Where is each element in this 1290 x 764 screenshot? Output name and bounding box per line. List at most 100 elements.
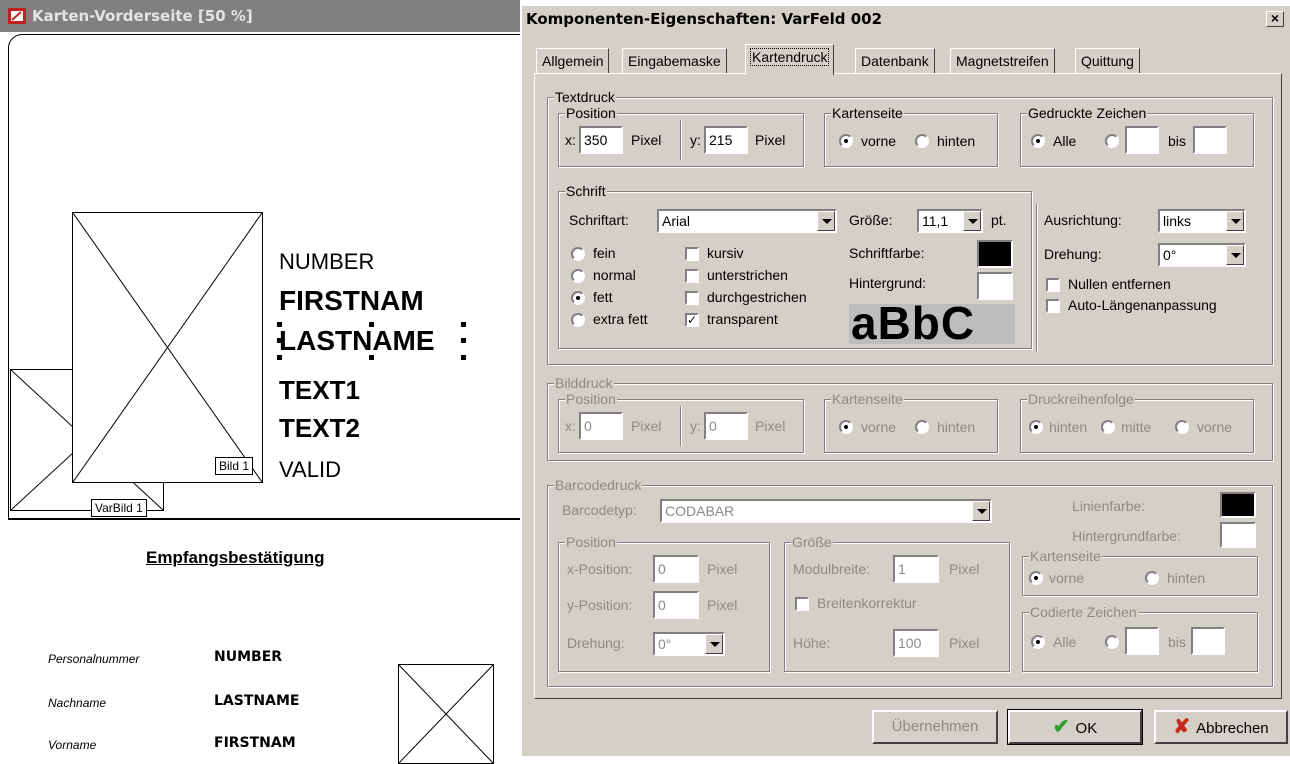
rotation-select[interactable]: 0° [1158, 243, 1246, 267]
xpos-unit: Pixel [707, 561, 738, 577]
close-icon[interactable]: × [1266, 11, 1284, 27]
radio-label: vorne [861, 133, 897, 149]
printed-chars-all-radio[interactable] [1031, 134, 1045, 148]
y-unit: Pixel [755, 132, 786, 148]
card-field-number[interactable]: NUMBER [279, 249, 374, 275]
card-field-lastname[interactable]: LASTNAME [279, 325, 435, 357]
kartendruck-panel: Textdruck Position x: 350 Pixel y: 215 P… [534, 73, 1282, 699]
tab-kartendruck[interactable]: Kartendruck [745, 44, 835, 75]
font-size-select[interactable]: 11,1 [917, 209, 983, 233]
encoded-range-radio[interactable] [1105, 635, 1119, 649]
selection-handle[interactable] [277, 322, 282, 327]
image-side-back-radio[interactable] [915, 420, 929, 434]
selection-handle[interactable] [277, 355, 282, 360]
card-canvas[interactable]: Bild 1 VarBild 1 NUMBER FIRSTNAM LASTNAM… [8, 34, 520, 520]
unterstrichen-checkbox[interactable] [685, 269, 699, 283]
y-unit: Pixel [755, 418, 786, 434]
barcode-side-front-radio[interactable] [1029, 571, 1043, 585]
chevron-down-icon[interactable] [817, 211, 835, 231]
apply-button[interactable]: Übernehmen [872, 710, 998, 744]
chevron-down-icon[interactable] [972, 501, 990, 521]
auto-length-checkbox[interactable] [1046, 299, 1060, 313]
height-input[interactable]: 100 [893, 629, 939, 657]
text-side-back-radio[interactable] [915, 134, 929, 148]
image-side-front-radio[interactable] [839, 420, 853, 434]
tab-magnetstreifen[interactable]: Magnetstreifen [950, 48, 1055, 74]
text-x-input[interactable]: 350 [579, 126, 623, 154]
weight-normal-radio[interactable] [571, 269, 585, 283]
printed-chars-range-radio[interactable] [1105, 134, 1119, 148]
tab-eingabemaske[interactable]: Eingabemaske [622, 48, 727, 74]
encoded-chars-title: Codierte Zeichen [1029, 604, 1138, 620]
image-kartenseite-group: Kartenseite vorne hinten [824, 391, 998, 453]
dialog-title: Komponenten-Eigenschaften: VarFeld 002 [526, 10, 883, 28]
barcode-y-input[interactable]: 0 [653, 591, 699, 619]
barcode-type-select[interactable]: CODABAR [660, 499, 992, 523]
encoded-from-input[interactable] [1125, 627, 1159, 655]
image-x-input[interactable]: 0 [579, 412, 623, 440]
bild-placeholder[interactable] [72, 212, 263, 483]
radio-label: vorne [1197, 419, 1233, 435]
printed-chars-from-input[interactable] [1125, 126, 1159, 154]
receipt-value-firstname[interactable]: FIRSTNAM [214, 735, 296, 751]
tab-datenbank[interactable]: Datenbank [855, 48, 935, 74]
barcode-side-back-radio[interactable] [1145, 571, 1159, 585]
tab-quittung[interactable]: Quittung [1075, 48, 1140, 74]
receipt-value-number[interactable]: NUMBER [214, 649, 282, 665]
selection-handle[interactable] [369, 322, 374, 327]
barcode-bg-color-swatch[interactable] [1220, 522, 1256, 548]
receipt-photo-placeholder[interactable] [398, 664, 494, 764]
chevron-down-icon[interactable] [705, 634, 723, 654]
card-field-valid[interactable]: VALID [279, 457, 341, 483]
order-front-radio[interactable] [1175, 420, 1189, 434]
radio-label: vorne [861, 419, 897, 435]
chevron-down-icon[interactable] [1226, 211, 1244, 231]
bg-color-swatch[interactable] [977, 272, 1013, 300]
receipt-value-lastname[interactable]: LASTNAME [214, 693, 299, 709]
bg-color-label: Hintergrundfarbe: [1072, 528, 1181, 544]
chevron-down-icon[interactable] [963, 211, 981, 231]
radio-label: hinten [937, 133, 976, 149]
kursiv-checkbox[interactable] [685, 247, 699, 261]
width-correction-checkbox[interactable] [795, 597, 809, 611]
card-field-firstname[interactable]: FIRSTNAM [279, 285, 424, 317]
remove-zeros-checkbox[interactable] [1046, 278, 1060, 292]
font-size-value: 11,1 [922, 213, 949, 229]
card-field-text2[interactable]: TEXT2 [279, 413, 360, 444]
tab-allgemein[interactable]: Allgemein [536, 48, 610, 74]
barcode-x-input[interactable]: 0 [653, 555, 699, 583]
order-back-radio[interactable] [1029, 420, 1043, 434]
weight-extra-fett-radio[interactable] [571, 313, 585, 327]
font-color-swatch[interactable] [977, 240, 1013, 268]
transparent-checkbox[interactable]: ✓ [685, 313, 699, 327]
selection-handle[interactable] [369, 355, 374, 360]
selection-handle[interactable] [277, 338, 282, 343]
font-name-select[interactable]: Arial [657, 209, 837, 233]
tab-label: Allgemein [542, 53, 604, 69]
radio-label: hinten [1167, 570, 1206, 586]
card-field-text1[interactable]: TEXT1 [279, 375, 360, 406]
selection-handle[interactable] [461, 322, 466, 327]
selection-handle[interactable] [461, 355, 466, 360]
printed-chars-to-input[interactable] [1193, 126, 1227, 154]
chevron-down-icon[interactable] [1226, 245, 1244, 265]
radio-label: vorne [1049, 570, 1085, 586]
order-middle-radio[interactable] [1101, 420, 1115, 434]
placeholder-cross-icon [399, 665, 493, 763]
encoded-to-input[interactable] [1191, 627, 1225, 655]
selection-handle[interactable] [461, 338, 466, 343]
ypos-unit: Pixel [707, 597, 738, 613]
text-y-input[interactable]: 215 [704, 126, 748, 154]
durchgestrichen-checkbox[interactable] [685, 291, 699, 305]
barcode-rotation-select[interactable]: 0° [653, 632, 725, 656]
module-width-input[interactable]: 1 [893, 555, 939, 583]
ok-button[interactable]: ✔ OK [1007, 709, 1143, 745]
line-color-swatch[interactable] [1220, 492, 1256, 518]
weight-fein-radio[interactable] [571, 247, 585, 261]
weight-fett-radio[interactable] [571, 291, 585, 305]
image-y-input[interactable]: 0 [704, 412, 748, 440]
text-side-front-radio[interactable] [839, 134, 853, 148]
cancel-button[interactable]: ✘ Abbrechen [1154, 710, 1288, 744]
alignment-select[interactable]: links [1158, 209, 1246, 233]
encoded-all-radio[interactable] [1031, 635, 1045, 649]
